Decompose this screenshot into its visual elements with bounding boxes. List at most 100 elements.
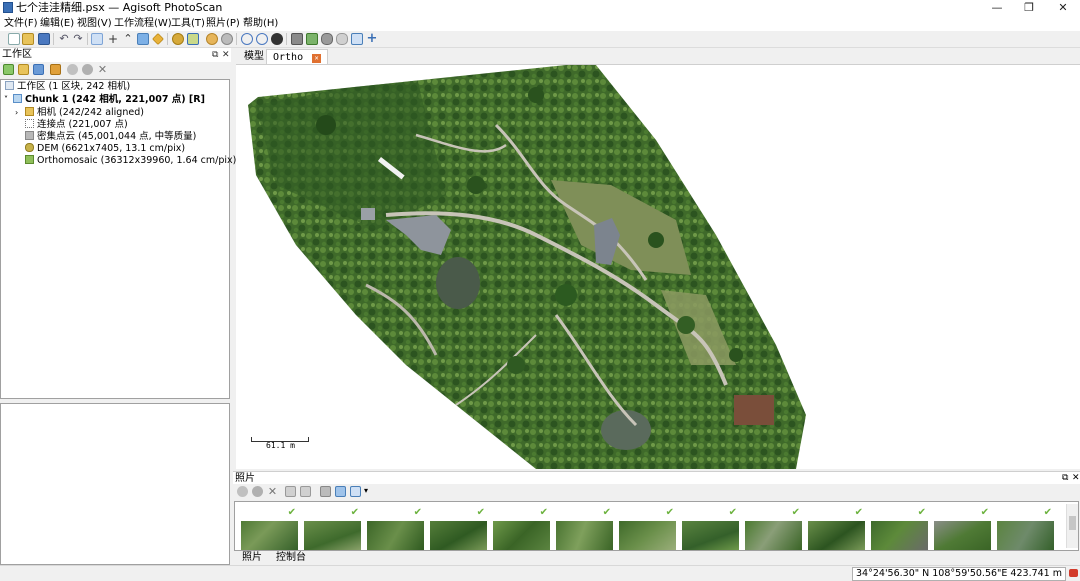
tree-tie-points-label: 连接点 (221,007 点) — [37, 119, 128, 130]
photo-thumbnail[interactable]: ✔ — [871, 507, 928, 550]
scrollbar-thumb[interactable] — [1069, 516, 1076, 530]
grid-view-icon[interactable] — [335, 486, 346, 497]
close-icon[interactable]: ✕ — [222, 48, 230, 62]
photo-thumbnail[interactable]: ✔ — [808, 507, 865, 550]
check-icon: ✔ — [287, 507, 296, 518]
menu-bar: 文件(F) 编辑(E) 视图(V) 工作流程(W) 工具(T) 照片(P) 帮助… — [0, 16, 1080, 31]
rotate-right-icon[interactable] — [300, 486, 311, 497]
marker-icon[interactable] — [172, 33, 184, 45]
orthomosaic-mode-icon[interactable] — [187, 33, 199, 45]
open-icon[interactable] — [22, 33, 34, 45]
check-icon: ✔ — [602, 507, 611, 518]
bottom-tabs: 照片 控制台 — [233, 551, 1080, 564]
pencil-icon[interactable] — [152, 33, 164, 45]
rotate-object-icon[interactable] — [206, 33, 218, 45]
photo-thumbnail[interactable]: ✔ — [619, 507, 676, 550]
tree-root[interactable]: 工作区 (1 区块, 242 相机) — [5, 81, 130, 93]
photo-thumbnail[interactable]: ✔ — [556, 507, 613, 550]
shape-icon[interactable] — [336, 33, 348, 45]
photo-thumbnail[interactable]: ✔ — [682, 507, 739, 550]
close-tab-icon[interactable]: ✕ — [312, 54, 322, 63]
disable-icon[interactable] — [82, 64, 93, 75]
remove-icon[interactable]: ✕ — [267, 486, 278, 497]
tab-photos[interactable]: 照片 — [242, 551, 262, 564]
menu-edit[interactable]: 编辑(E) — [40, 16, 74, 31]
orthomosaic-image[interactable] — [236, 65, 1080, 469]
ruler-angle-icon[interactable]: ⌃ — [122, 33, 134, 45]
chevron-down-icon[interactable]: ˅ — [4, 94, 13, 106]
reset-view-icon[interactable] — [221, 33, 233, 45]
photo-image — [556, 521, 613, 550]
new-icon[interactable] — [8, 33, 20, 45]
photo-thumbnail[interactable]: ✔ — [304, 507, 361, 550]
move-icon[interactable]: + — [366, 32, 378, 45]
menu-tools[interactable]: 工具(T) — [171, 16, 205, 31]
photos-toolbar: ✕ ▾ — [233, 484, 1080, 500]
chevron-down-icon[interactable]: ▾ — [364, 486, 368, 495]
menu-workflow[interactable]: 工作流程(W) — [114, 16, 172, 31]
photo-thumbnail[interactable]: ✔ — [493, 507, 550, 550]
tab-console[interactable]: 控制台 — [276, 551, 306, 564]
zoom-in-icon[interactable] — [241, 33, 253, 45]
tree-dense-cloud[interactable]: 密集点云 (45,001,044 点, 中等质量) — [25, 131, 196, 143]
save-icon[interactable] — [38, 33, 50, 45]
photo-thumbnail[interactable]: ✔ — [934, 507, 991, 550]
redo-icon[interactable]: ↷ — [72, 33, 84, 45]
filter-icon[interactable] — [320, 486, 331, 497]
crosshair-icon[interactable]: + — [107, 33, 119, 45]
menu-file[interactable]: 文件(F) — [4, 16, 38, 31]
workspace-icon — [5, 81, 14, 90]
flag-icon[interactable] — [351, 33, 363, 45]
select-icon[interactable] — [91, 33, 103, 45]
tree-root-label: 工作区 (1 区块, 242 相机) — [17, 81, 131, 92]
disable-icon[interactable] — [252, 486, 263, 497]
tree-chunk[interactable]: ˅ Chunk 1 (242 相机, 221,007 点) [R] — [4, 94, 205, 106]
workspace-toolbar: ✕ — [0, 62, 231, 78]
enable-icon[interactable] — [237, 486, 248, 497]
window-title: 七个洼洼精细.psx — Agisoft PhotoScan — [16, 1, 223, 14]
tree-dem-label: DEM (6621x7405, 13.1 cm/pix) — [37, 143, 186, 154]
scrollbar[interactable] — [1066, 504, 1078, 548]
minimize-button[interactable]: — — [980, 0, 1014, 16]
ortho-viewport[interactable]: 61.1 m — [236, 64, 1080, 469]
add-folder-icon[interactable] — [33, 64, 44, 75]
chevron-right-icon[interactable]: › — [15, 107, 25, 119]
toolbar-separator — [53, 33, 54, 45]
undo-icon[interactable]: ↶ — [58, 33, 70, 45]
photo-thumbnail[interactable]: ✔ — [997, 507, 1054, 550]
photo-thumbnail[interactable]: ✔ — [430, 507, 487, 550]
tree-orthomosaic[interactable]: Orthomosaic (36312x39960, 1.64 cm/pix) — [25, 155, 236, 167]
zoom-out-icon[interactable] — [256, 33, 268, 45]
float-icon[interactable]: ⧉ — [212, 48, 218, 62]
add-photos-icon[interactable] — [18, 64, 29, 75]
main-toolbar: ↶ ↷ + ⌃ + — [0, 31, 1080, 48]
contrast-icon[interactable] — [271, 33, 283, 45]
tree-dem[interactable]: DEM (6621x7405, 13.1 cm/pix) — [25, 143, 185, 155]
photo-thumbnail[interactable]: ✔ — [745, 507, 802, 550]
polygon-icon[interactable] — [137, 33, 149, 45]
cloud-icon[interactable] — [321, 33, 333, 45]
map-icon[interactable] — [306, 33, 318, 45]
tree-cameras[interactable]: › 相机 (242/242 aligned) — [15, 107, 144, 119]
toolbar-separator — [87, 33, 88, 45]
list-view-icon[interactable] — [350, 486, 361, 497]
tab-ortho[interactable]: Ortho ✕ — [266, 49, 329, 65]
photo-thumbnail[interactable]: ✔ — [241, 507, 298, 550]
tree-tie-points[interactable]: 连接点 (221,007 点) — [25, 119, 128, 131]
remove-icon[interactable]: ✕ — [97, 64, 108, 75]
add-chunk-icon[interactable] — [3, 64, 14, 75]
marker-icon[interactable] — [50, 64, 61, 75]
restore-button[interactable]: ❐ — [1012, 0, 1046, 16]
menu-view[interactable]: 视图(V) — [77, 16, 112, 31]
rotate-left-icon[interactable] — [285, 486, 296, 497]
workspace-tree: 工作区 (1 区块, 242 相机) ˅ Chunk 1 (242 相机, 221… — [0, 79, 236, 399]
menu-help[interactable]: 帮助(H) — [243, 16, 278, 31]
tree-cameras-label: 相机 (242/242 aligned) — [37, 107, 144, 118]
photo-image — [682, 521, 739, 550]
enable-icon[interactable] — [67, 64, 78, 75]
photo-thumbnail[interactable]: ✔ — [367, 507, 424, 550]
properties-pane — [0, 403, 230, 565]
menu-photos[interactable]: 照片(P) — [206, 16, 240, 31]
image-icon[interactable] — [291, 33, 303, 45]
close-button[interactable]: ✕ — [1046, 0, 1080, 16]
